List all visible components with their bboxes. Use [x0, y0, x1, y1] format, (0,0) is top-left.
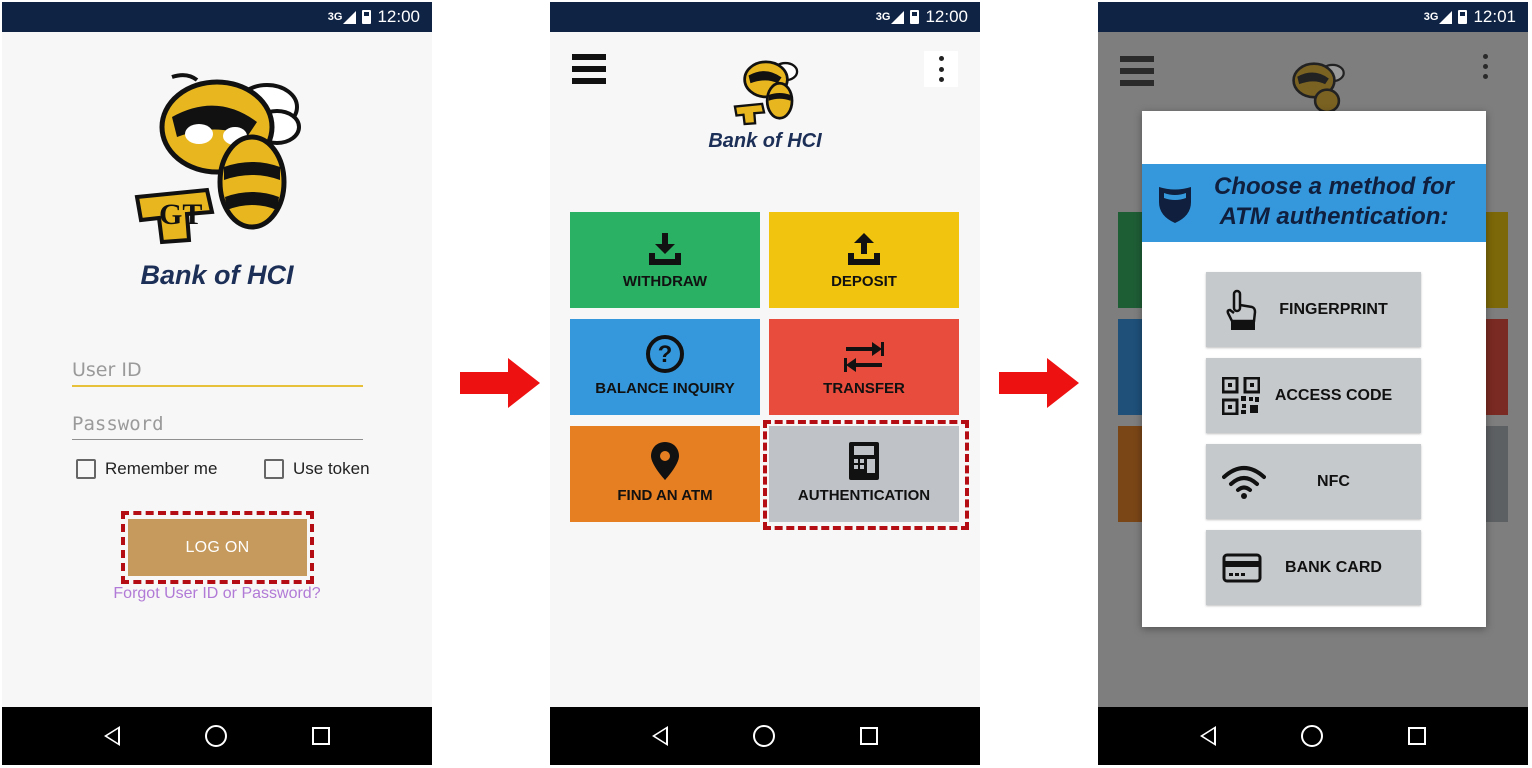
password-field[interactable]: Password	[72, 413, 363, 440]
mascot-logo: GT	[134, 73, 301, 245]
login-screen: 3G 12:00 GT Bank of HCI User ID Password…	[2, 2, 432, 765]
withdraw-tile[interactable]: WITHDRAW	[570, 212, 760, 308]
transfer-tile[interactable]: TRANSFER	[769, 319, 959, 415]
location-pin-icon	[651, 442, 679, 480]
log-on-button[interactable]: LOG ON	[128, 519, 307, 576]
clock: 12:00	[925, 7, 968, 26]
signal-icon: 3G	[875, 10, 905, 24]
authentication-method-dialog: Choose a method for ATM authentication: …	[1142, 111, 1486, 627]
back-icon[interactable]	[652, 726, 669, 746]
balance-inquiry-tile[interactable]: ? BALANCE INQUIRY	[570, 319, 760, 415]
use-token-label: Use token	[293, 459, 370, 478]
user-id-field[interactable]: User ID	[72, 359, 363, 387]
battery-icon	[362, 10, 372, 24]
signal-icon: 3G	[1423, 10, 1453, 24]
right-arrow-icon	[999, 358, 1079, 408]
home-icon[interactable]	[204, 725, 227, 747]
menu-icon[interactable]	[572, 54, 606, 84]
checkbox-icon	[76, 459, 96, 479]
authentication-dialog-screen: 3G 12:01 Choose a method for ATM authent…	[1098, 2, 1528, 765]
deposit-tile[interactable]: DEPOSIT	[769, 212, 959, 308]
access-code-option[interactable]: ACCESS CODE	[1206, 358, 1421, 433]
back-icon[interactable]	[104, 726, 121, 746]
transfer-label: TRANSFER	[823, 380, 905, 397]
more-options-icon	[1483, 54, 1488, 79]
network-type: 3G	[327, 11, 343, 23]
shield-icon	[1159, 187, 1191, 223]
find-atm-label: FIND AN ATM	[617, 487, 713, 504]
back-icon[interactable]	[1200, 726, 1217, 746]
deposit-label: DEPOSIT	[831, 273, 897, 290]
battery-icon	[910, 10, 920, 24]
status-bar: 3G 12:00	[550, 2, 980, 32]
fingerprint-option[interactable]: FINGERPRINT	[1206, 272, 1421, 347]
more-options-icon[interactable]	[924, 51, 958, 87]
bank-card-option[interactable]: BANK CARD	[1206, 530, 1421, 605]
balance-tile-dimmed	[1118, 319, 1144, 415]
nfc-option[interactable]: NFC	[1206, 444, 1421, 519]
home-icon[interactable]	[1300, 725, 1323, 747]
system-nav-bar	[550, 707, 980, 765]
svg-text:?: ?	[658, 341, 673, 368]
question-icon: ?	[646, 335, 684, 373]
system-nav-bar	[2, 707, 432, 765]
svg-text:GT: GT	[159, 198, 202, 231]
status-bar: 3G 12:00	[2, 2, 432, 32]
brand-title: Bank of HCI	[708, 130, 822, 152]
touch-hand-icon	[1226, 289, 1257, 330]
brand-title: Bank of HCI	[140, 260, 294, 290]
menu-icon	[1120, 56, 1154, 86]
mascot-logo	[733, 60, 799, 126]
deposit-icon	[848, 233, 880, 265]
balance-inquiry-label: BALANCE INQUIRY	[595, 380, 735, 397]
mascot-logo	[1292, 62, 1345, 112]
wifi-icon	[1222, 465, 1266, 499]
home-icon[interactable]	[752, 725, 775, 747]
dialog-title: Choose a method for ATM authentication:	[1213, 173, 1454, 230]
network-type: 3G	[875, 11, 891, 23]
remember-me-checkbox[interactable]: Remember me	[76, 459, 217, 479]
qr-code-icon	[1222, 376, 1260, 415]
remember-me-label: Remember me	[105, 459, 218, 478]
withdraw-icon	[649, 233, 681, 265]
status-bar: 3G 12:01	[1098, 2, 1528, 32]
clock: 12:00	[377, 7, 420, 26]
recent-apps-icon[interactable]	[1407, 727, 1426, 745]
right-arrow-icon	[460, 358, 540, 408]
use-token-checkbox[interactable]: Use token	[264, 459, 370, 479]
recent-apps-icon[interactable]	[311, 727, 330, 745]
withdraw-label: WITHDRAW	[622, 273, 708, 290]
transfer-icon	[844, 342, 884, 372]
checkbox-icon	[264, 459, 284, 479]
recent-apps-icon[interactable]	[859, 727, 878, 745]
network-type: 3G	[1423, 11, 1439, 23]
highlight-frame	[763, 420, 969, 530]
withdraw-tile-dimmed	[1118, 212, 1144, 308]
credit-card-icon	[1222, 553, 1262, 582]
find-atm-tile[interactable]: FIND AN ATM	[570, 426, 760, 522]
clock: 12:01	[1473, 7, 1516, 26]
battery-icon	[1458, 10, 1468, 24]
dialog-header: Choose a method for ATM authentication:	[1142, 164, 1486, 242]
main-menu-screen: 3G 12:00 Bank of HCI WITHDRAW DEPOSIT ? …	[550, 2, 980, 765]
system-nav-bar	[1098, 707, 1528, 765]
find-atm-tile-dimmed	[1118, 426, 1144, 522]
forgot-credentials-link[interactable]: Forgot User ID or Password?	[2, 585, 432, 603]
signal-icon: 3G	[327, 10, 357, 24]
